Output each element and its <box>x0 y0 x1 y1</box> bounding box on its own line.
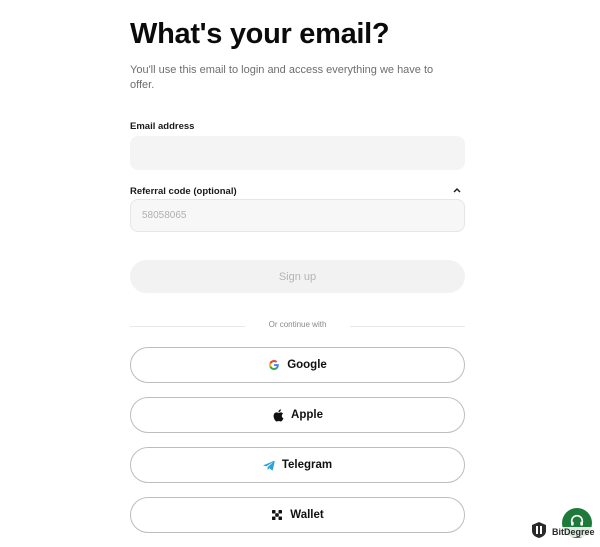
wallet-icon <box>271 509 283 521</box>
telegram-icon <box>263 459 275 471</box>
signup-button[interactable]: Sign up <box>130 260 465 293</box>
divider: Or continue with <box>130 319 465 333</box>
telegram-button-label: Telegram <box>281 459 333 471</box>
referral-label-row[interactable]: Referral code (optional) <box>130 186 465 197</box>
apple-button[interactable]: Apple <box>130 397 465 433</box>
referral-label: Referral code (optional) <box>130 186 237 197</box>
referral-input[interactable] <box>130 199 465 232</box>
google-button[interactable]: Google <box>130 347 465 383</box>
wallet-button-label: Wallet <box>290 509 324 521</box>
divider-line-right <box>350 326 465 327</box>
google-button-label: Google <box>287 359 327 371</box>
email-label: Email address <box>130 121 195 132</box>
signup-page: What's your email? You'll use this email… <box>0 0 600 547</box>
page-title: What's your email? <box>130 18 390 50</box>
bitdegree-logo-icon <box>531 521 547 544</box>
page-subtitle: You'll use this email to login and acces… <box>130 64 434 91</box>
google-icon <box>268 359 280 371</box>
bitdegree-watermark: BitDegree <box>531 521 597 544</box>
wallet-button[interactable]: Wallet <box>130 497 465 533</box>
divider-text: Or continue with <box>268 320 327 329</box>
telegram-button[interactable]: Telegram <box>130 447 465 483</box>
watermark-text: BitDegree <box>550 527 597 537</box>
chevron-up-icon[interactable] <box>453 185 461 195</box>
email-input[interactable] <box>130 136 465 170</box>
apple-button-label: Apple <box>291 409 323 421</box>
apple-icon <box>272 408 284 422</box>
